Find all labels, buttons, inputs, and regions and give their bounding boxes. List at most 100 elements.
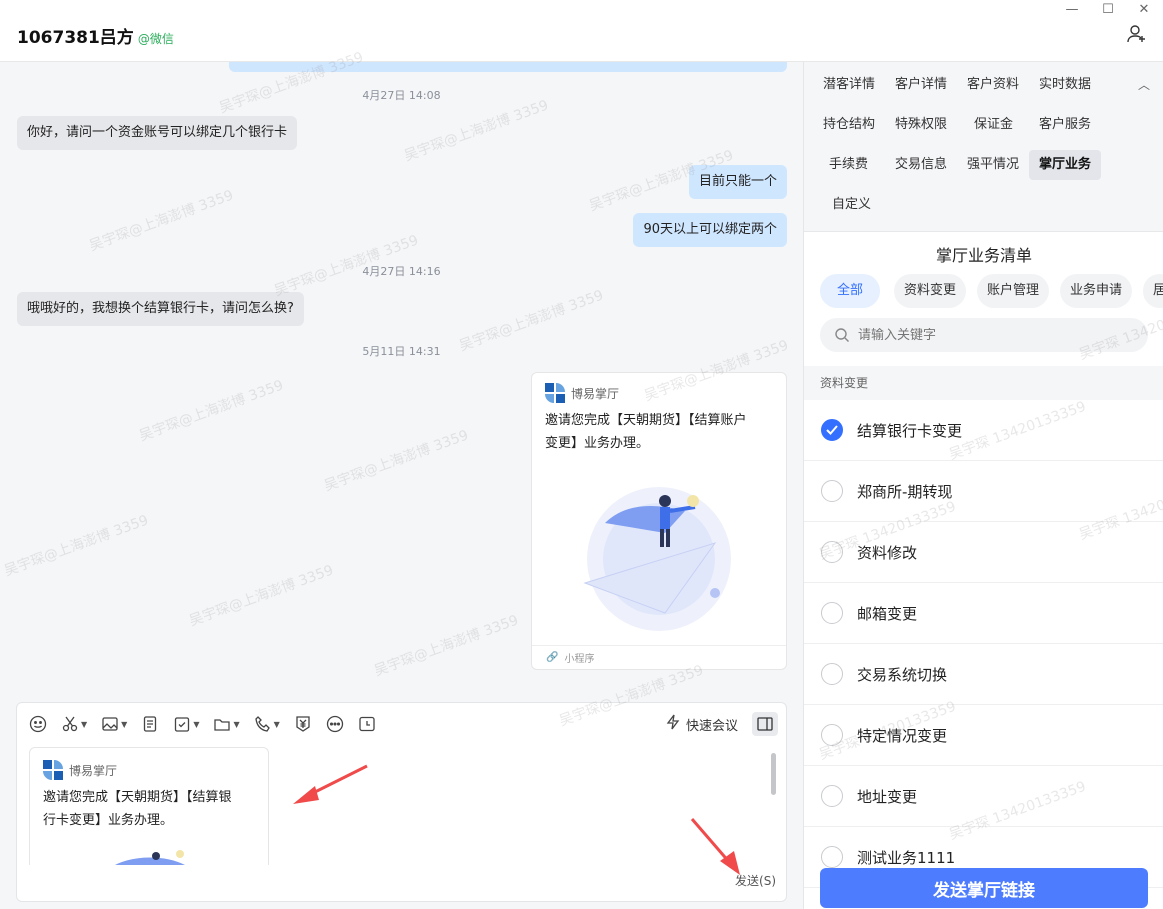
chat-history[interactable]: 4月27日 14:08 你好，请问一个资金账号可以绑定几个银行卡 目前只能一个 … (0, 62, 803, 702)
business-item[interactable]: 结算银行卡变更 (804, 400, 1163, 461)
business-item[interactable]: 资料修改 (804, 522, 1163, 583)
filter-profile-change[interactable]: 资料变更 (894, 274, 967, 308)
boyi-logo-icon (545, 383, 565, 403)
tab-realtime-data[interactable]: 实时数据 (1029, 70, 1101, 100)
tab-custom[interactable]: 自定义 (822, 190, 881, 220)
mini-program-card[interactable]: 博易掌厅 邀请您完成【天朝期货】【结算账户 变更】业务办理。 🔗 小程序 (531, 372, 787, 670)
card-description: 邀请您完成【天朝期货】【结算银 行卡变更】业务办理。 (43, 786, 263, 832)
minimize-button[interactable]: — (1057, 0, 1087, 18)
tab-special-permissions[interactable]: 特殊权限 (885, 110, 957, 140)
title-bar: 1067381吕方 @微信 — ☐ ✕ (0, 0, 1163, 62)
tab-prospect-details[interactable]: 潜客详情 (813, 70, 885, 100)
checkbox-checked-icon[interactable] (821, 419, 843, 441)
send-hall-link-button[interactable]: 发送掌厅链接 (820, 868, 1148, 908)
clock-icon[interactable] (358, 713, 376, 735)
business-item[interactable]: 特定情况变更 (804, 705, 1163, 766)
tab-customer-details[interactable]: 客户详情 (885, 70, 957, 100)
timestamp: 4月27日 14:16 (362, 265, 441, 278)
radio-icon[interactable] (821, 724, 843, 746)
tab-forced-liquidation[interactable]: 强平情况 (957, 150, 1029, 180)
tab-fees[interactable]: 手续费 (819, 150, 878, 180)
business-item-label: 交易系统切换 (857, 665, 948, 684)
tab-margin[interactable]: 保证金 (964, 110, 1023, 140)
business-item-label: 地址变更 (857, 787, 918, 806)
card-brand: 博易掌厅 (545, 383, 619, 403)
add-user-icon[interactable] (1127, 24, 1147, 44)
tab-hall-business[interactable]: 掌厅业务 (1029, 150, 1102, 180)
business-list-title: 掌厅业务清单 (935, 246, 1032, 265)
sidebar-toggle-icon[interactable] (752, 712, 778, 736)
image-icon[interactable]: ▼ (101, 713, 127, 735)
card-illustration (115, 850, 185, 865)
timestamp: 5月11日 14:31 (362, 345, 441, 358)
chevron-up-icon[interactable]: ︿ (1138, 76, 1150, 93)
business-item-label: 邮箱变更 (857, 604, 918, 623)
quick-meeting-label: 快速会议 (685, 718, 738, 734)
contact-name: 1067381吕方 (17, 28, 134, 48)
card-footer: 🔗 小程序 (532, 645, 786, 669)
previous-message-bubble (229, 62, 787, 72)
tab-trade-info[interactable]: 交易信息 (885, 150, 957, 180)
composer-scrollbar[interactable] (771, 753, 776, 795)
link-icon: 🔗 (546, 652, 559, 663)
filter-residence[interactable]: 居 (1143, 274, 1163, 308)
maximize-button[interactable]: ☐ (1093, 0, 1123, 18)
card-desc-line: 邀请您完成【天朝期货】【结算账户 (545, 413, 747, 428)
folder-icon[interactable]: ▼ (213, 713, 240, 735)
message-composer[interactable]: ▼ ▼ ▼ ▼ ▼ 快速会议 博易掌厅 邀请您完成【天朝期货】【结算银 行卡变更… (16, 702, 787, 902)
card-desc-line: 行卡变更】业务办理。 (43, 813, 174, 828)
emoji-icon[interactable] (29, 713, 47, 735)
business-item[interactable]: 交易系统切换 (804, 644, 1163, 705)
radio-icon[interactable] (821, 663, 843, 685)
incoming-message[interactable]: 你好，请问一个资金账号可以绑定几个银行卡 (17, 116, 298, 150)
more-icon[interactable] (326, 713, 344, 735)
doc-icon[interactable] (141, 713, 159, 735)
tab-customer-profile[interactable]: 客户资料 (957, 70, 1029, 100)
business-item-label: 特定情况变更 (857, 726, 948, 745)
search-input[interactable] (858, 327, 1118, 343)
phone-icon[interactable]: ▼ (254, 713, 280, 735)
radio-icon[interactable] (821, 785, 843, 807)
card-illustration (583, 487, 731, 631)
business-item-label: 资料修改 (857, 543, 918, 562)
card-brand-name: 博易掌厅 (69, 763, 118, 778)
quick-meeting-button[interactable]: 快速会议 (666, 714, 738, 734)
business-item-label: 测试业务1111 (857, 848, 956, 867)
boyi-logo-icon (43, 760, 63, 780)
radio-icon[interactable] (821, 846, 843, 868)
draft-mini-program-card[interactable]: 博易掌厅 邀请您完成【天朝期货】【结算银 行卡变更】业务办理。 (29, 747, 269, 865)
tab-customer-service[interactable]: 客户服务 (1029, 110, 1101, 140)
card-desc-line: 变更】业务办理。 (545, 436, 650, 451)
radio-icon[interactable] (821, 541, 843, 563)
yuan-icon[interactable] (294, 713, 312, 735)
card-brand: 博易掌厅 (43, 760, 117, 780)
send-button[interactable]: 发送(S) (735, 872, 776, 889)
scissors-icon[interactable]: ▼ (61, 713, 87, 735)
tab-position-structure[interactable]: 持仓结构 (813, 110, 885, 140)
outgoing-message[interactable]: 90天以上可以绑定两个 (633, 213, 787, 247)
card-brand-name: 博易掌厅 (571, 386, 620, 401)
radio-icon[interactable] (821, 480, 843, 502)
card-description: 邀请您完成【天朝期货】【结算账户 变更】业务办理。 (545, 409, 777, 455)
outgoing-message[interactable]: 目前只能一个 (688, 165, 787, 199)
radio-icon[interactable] (821, 602, 843, 624)
business-item[interactable]: 地址变更 (804, 766, 1163, 827)
filter-account-management[interactable]: 账户管理 (977, 274, 1050, 308)
business-item[interactable]: 邮箱变更 (804, 583, 1163, 644)
task-icon[interactable]: ▼ (173, 713, 199, 735)
lightning-icon (666, 714, 680, 734)
business-item-label: 结算银行卡变更 (857, 421, 963, 440)
section-label: 资料变更 (804, 366, 1163, 400)
search-icon (835, 328, 849, 342)
chat-title: 1067381吕方 @微信 (17, 23, 174, 48)
business-item[interactable]: 郑商所-期转现 (804, 461, 1163, 522)
filter-business-application[interactable]: 业务申请 (1060, 274, 1133, 308)
business-search (820, 318, 1148, 352)
incoming-message[interactable]: 哦哦好的，我想换个结算银行卡，请问怎么换? (17, 292, 304, 326)
wechat-tag: @微信 (137, 32, 174, 46)
customer-panel: 潜客详情 客户详情 客户资料 实时数据 ︿ 持仓结构 特殊权限 保证金 客户服务… (803, 62, 1163, 909)
timestamp: 4月27日 14:08 (362, 89, 441, 102)
card-desc-line: 邀请您完成【天朝期货】【结算银 (43, 790, 232, 805)
close-button[interactable]: ✕ (1129, 0, 1159, 18)
filter-all[interactable]: 全部 (820, 274, 880, 308)
